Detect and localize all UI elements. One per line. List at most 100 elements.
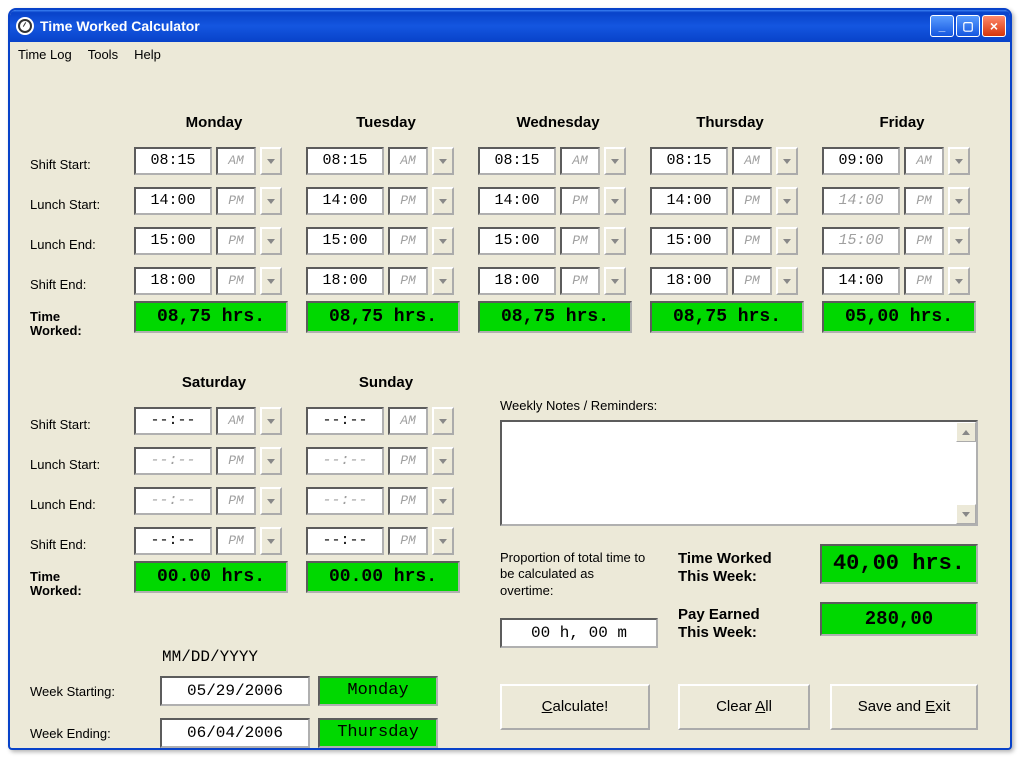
week-starting-dow: Monday xyxy=(318,676,438,706)
ampm-dropdown-button[interactable] xyxy=(948,187,970,215)
save-exit-button[interactable]: Save and Exit xyxy=(830,684,978,730)
ampm-dropdown-button[interactable] xyxy=(432,447,454,475)
chevron-down-icon xyxy=(267,539,275,544)
lunch-end-input[interactable]: 15:00 xyxy=(478,227,556,255)
shift-end-input[interactable]: 18:00 xyxy=(478,267,556,295)
ampm-dropdown-button[interactable] xyxy=(604,227,626,255)
ampm-dropdown-button[interactable] xyxy=(948,267,970,295)
week-ending-label: Week Ending: xyxy=(30,726,160,741)
ampm-display: PM xyxy=(904,227,944,255)
shift-end-input[interactable]: 18:00 xyxy=(306,267,384,295)
shift-end-input[interactable]: --:-- xyxy=(134,527,212,555)
clear-all-button[interactable]: Clear All xyxy=(678,684,810,730)
lunch-end-input[interactable]: --:-- xyxy=(306,487,384,515)
time-row: 18:00PM xyxy=(134,261,294,301)
time-row: 09:00AM xyxy=(822,141,982,181)
lunch-end-input[interactable]: 15:00 xyxy=(134,227,212,255)
shift-start-input[interactable]: 08:15 xyxy=(478,147,556,175)
ampm-display: AM xyxy=(388,147,428,175)
ampm-dropdown-button[interactable] xyxy=(260,447,282,475)
ampm-dropdown-button[interactable] xyxy=(260,227,282,255)
chevron-down-icon xyxy=(439,499,447,504)
ampm-dropdown-button[interactable] xyxy=(260,267,282,295)
ampm-dropdown-button[interactable] xyxy=(432,227,454,255)
shift-start-input[interactable]: 09:00 xyxy=(822,147,900,175)
chevron-down-icon xyxy=(783,199,791,204)
shift-start-input[interactable]: --:-- xyxy=(134,407,212,435)
lunch-start-input[interactable]: 14:00 xyxy=(650,187,728,215)
menu-tools[interactable]: Tools xyxy=(88,47,118,62)
ampm-dropdown-button[interactable] xyxy=(948,227,970,255)
time-worked-value: 08,75 hrs. xyxy=(478,301,632,333)
lunch-end-input[interactable]: --:-- xyxy=(134,487,212,515)
ampm-dropdown-button[interactable] xyxy=(776,227,798,255)
time-row: 14:00PM xyxy=(822,261,982,301)
ampm-display: PM xyxy=(216,447,256,475)
ampm-dropdown-button[interactable] xyxy=(604,147,626,175)
label-lunch-start: Lunch Start: xyxy=(30,184,130,224)
ampm-dropdown-button[interactable] xyxy=(260,407,282,435)
lunch-start-input[interactable]: --:-- xyxy=(306,447,384,475)
lunch-start-input[interactable]: 14:00 xyxy=(134,187,212,215)
ampm-dropdown-button[interactable] xyxy=(776,187,798,215)
ampm-dropdown-button[interactable] xyxy=(432,407,454,435)
ampm-dropdown-button[interactable] xyxy=(432,487,454,515)
notes-scroll-down-icon[interactable] xyxy=(956,504,976,524)
menu-help[interactable]: Help xyxy=(134,47,161,62)
shift-start-input[interactable]: 08:15 xyxy=(134,147,212,175)
week-ending-input[interactable]: 06/04/2006 xyxy=(160,718,310,748)
shift-end-input[interactable]: 14:00 xyxy=(822,267,900,295)
shift-end-input[interactable]: --:-- xyxy=(306,527,384,555)
ampm-dropdown-button[interactable] xyxy=(432,267,454,295)
label-time-worked-b: TimeWorked: xyxy=(30,564,130,604)
ampm-dropdown-button[interactable] xyxy=(432,187,454,215)
chevron-down-icon xyxy=(267,419,275,424)
ampm-dropdown-button[interactable] xyxy=(260,147,282,175)
shift-start-input[interactable]: 08:15 xyxy=(650,147,728,175)
ampm-dropdown-button[interactable] xyxy=(432,147,454,175)
ampm-dropdown-button[interactable] xyxy=(776,147,798,175)
lunch-end-input[interactable]: 15:00 xyxy=(822,227,900,255)
lunch-start-input[interactable]: 14:00 xyxy=(822,187,900,215)
ampm-dropdown-button[interactable] xyxy=(948,147,970,175)
ampm-dropdown-button[interactable] xyxy=(604,187,626,215)
ampm-dropdown-button[interactable] xyxy=(260,187,282,215)
shift-start-input[interactable]: --:-- xyxy=(306,407,384,435)
ampm-dropdown-button[interactable] xyxy=(432,527,454,555)
lunch-start-input[interactable]: --:-- xyxy=(134,447,212,475)
ampm-dropdown-button[interactable] xyxy=(776,267,798,295)
label-shift-end-b: Shift End: xyxy=(30,524,130,564)
menu-time-log[interactable]: Time Log xyxy=(18,47,72,62)
ampm-display: PM xyxy=(732,187,772,215)
ampm-dropdown-button[interactable] xyxy=(604,267,626,295)
lunch-end-input[interactable]: 15:00 xyxy=(306,227,384,255)
close-button[interactable]: × xyxy=(982,15,1006,37)
ampm-display: PM xyxy=(560,267,600,295)
ampm-display: PM xyxy=(216,267,256,295)
day-header: Monday xyxy=(134,114,294,131)
week-starting-input[interactable]: 05/29/2006 xyxy=(160,676,310,706)
date-format-label: MM/DD/YYYY xyxy=(162,648,438,666)
notes-textarea[interactable] xyxy=(500,420,978,526)
lunch-start-input[interactable]: 14:00 xyxy=(478,187,556,215)
maximize-button[interactable]: ▢ xyxy=(956,15,980,37)
notes-scroll-up-icon[interactable] xyxy=(956,422,976,442)
time-row: 08:15AM xyxy=(134,141,294,181)
ampm-dropdown-button[interactable] xyxy=(260,527,282,555)
shift-start-input[interactable]: 08:15 xyxy=(306,147,384,175)
time-worked-value: 05,00 hrs. xyxy=(822,301,976,333)
shift-end-input[interactable]: 18:00 xyxy=(134,267,212,295)
ampm-display: PM xyxy=(216,227,256,255)
ampm-dropdown-button[interactable] xyxy=(260,487,282,515)
overtime-input[interactable]: 00 h, 00 m xyxy=(500,618,658,648)
ampm-display: PM xyxy=(388,187,428,215)
chevron-down-icon xyxy=(955,159,963,164)
lunch-end-input[interactable]: 15:00 xyxy=(650,227,728,255)
day-column-tuesday: Tuesday08:15AM14:00PM15:00PM18:00PM08,75… xyxy=(306,114,466,333)
minimize-button[interactable]: _ xyxy=(930,15,954,37)
notes-label: Weekly Notes / Reminders: xyxy=(500,398,657,413)
shift-end-input[interactable]: 18:00 xyxy=(650,267,728,295)
calculate-button[interactable]: Calculate! xyxy=(500,684,650,730)
ampm-display: PM xyxy=(388,447,428,475)
lunch-start-input[interactable]: 14:00 xyxy=(306,187,384,215)
